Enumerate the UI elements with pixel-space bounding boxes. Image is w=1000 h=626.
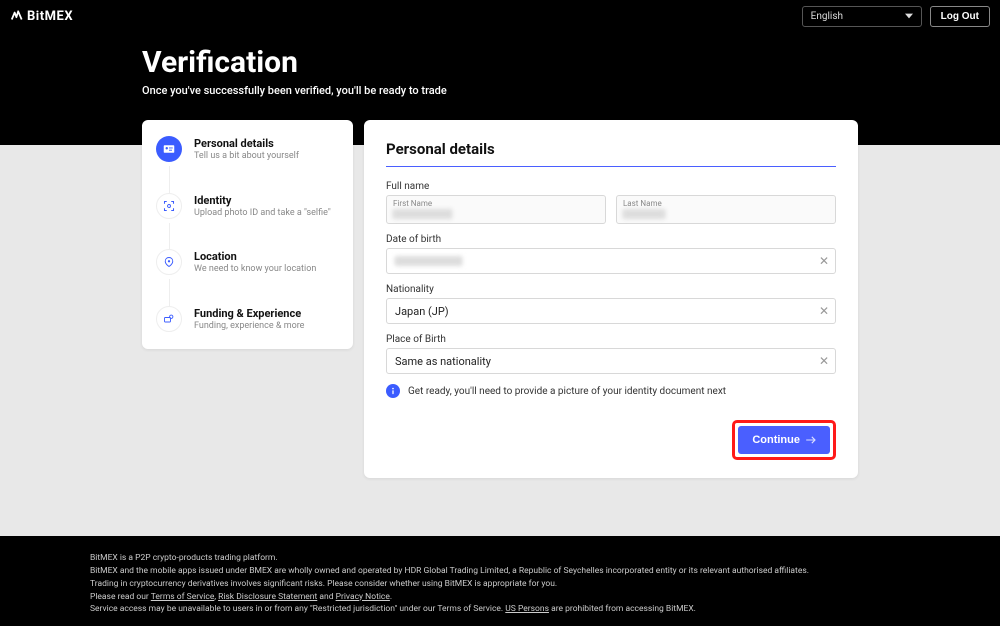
step-title: Funding & Experience: [194, 307, 304, 320]
clear-icon[interactable]: ✕: [819, 254, 829, 268]
steps-sidebar: Personal details Tell us a bit about you…: [142, 120, 353, 349]
dob-input[interactable]: ✕: [386, 248, 836, 274]
footer-l2: BitMEX and the mobile apps issued under …: [90, 565, 910, 578]
form-panel: Personal details Full name First Name La…: [364, 120, 858, 478]
funding-icon: [156, 306, 182, 332]
us-persons-link[interactable]: US Persons: [505, 604, 549, 614]
clear-icon[interactable]: ✕: [819, 304, 829, 318]
top-header: BitMEX English Log Out: [0, 0, 1000, 32]
scan-icon: [156, 193, 182, 219]
footer-l3: Trading in cryptocurrency derivatives in…: [90, 578, 910, 591]
logo-icon: [10, 9, 24, 23]
footer: BitMEX is a P2P crypto-products trading …: [0, 536, 1000, 626]
continue-label: Continue: [752, 434, 800, 446]
brand-logo[interactable]: BitMEX: [10, 9, 73, 24]
step-sub: Upload photo ID and take a "selfie": [194, 208, 331, 220]
first-name-value-redacted: [393, 209, 453, 219]
continue-button[interactable]: Continue: [738, 426, 830, 454]
nationality-label: Nationality: [386, 284, 836, 295]
footer-l5: Service access may be unavailable to use…: [90, 603, 910, 616]
footer-l1: BitMEX is a P2P crypto-products trading …: [90, 552, 910, 565]
page-subtitle: Once you've successfully been verified, …: [142, 84, 447, 97]
arrow-right-icon: [806, 436, 816, 444]
info-text: Get ready, you'll need to provide a pict…: [408, 386, 726, 397]
step-title: Location: [194, 250, 316, 263]
first-name-sublabel: First Name: [393, 199, 599, 208]
nationality-select[interactable]: Japan (JP) ✕: [386, 298, 836, 324]
last-name-sublabel: Last Name: [623, 199, 829, 208]
privacy-link[interactable]: Privacy Notice: [336, 592, 390, 602]
caret-down-icon: [905, 12, 913, 20]
page-title: Verification: [142, 45, 447, 80]
language-select[interactable]: English: [802, 6, 922, 27]
nationality-value: Japan (JP): [395, 305, 449, 318]
step-title: Personal details: [194, 137, 299, 150]
last-name-input[interactable]: Last Name: [616, 195, 836, 224]
brand-text: BitMEX: [27, 9, 73, 24]
step-identity[interactable]: Identity Upload photo ID and take a "sel…: [156, 193, 339, 220]
step-title: Identity: [194, 194, 331, 207]
step-funding[interactable]: Funding & Experience Funding, experience…: [156, 306, 339, 333]
logout-button[interactable]: Log Out: [930, 6, 990, 27]
pob-value: Same as nationality: [395, 355, 491, 368]
continue-highlight: Continue: [732, 420, 836, 460]
step-sub: Funding, experience & more: [194, 321, 304, 333]
risk-link[interactable]: Risk Disclosure Statement: [218, 592, 317, 602]
language-value: English: [811, 11, 843, 22]
clear-icon[interactable]: ✕: [819, 354, 829, 368]
fullname-label: Full name: [386, 181, 836, 192]
dob-label: Date of birth: [386, 234, 836, 245]
info-icon: [386, 384, 400, 398]
step-location[interactable]: Location We need to know your location: [156, 249, 339, 276]
last-name-value-redacted: [623, 209, 665, 219]
dob-value-redacted: [395, 256, 463, 266]
step-sub: We need to know your location: [194, 264, 316, 276]
location-pin-icon: [156, 249, 182, 275]
tos-link[interactable]: Terms of Service: [151, 592, 215, 602]
first-name-input[interactable]: First Name: [386, 195, 606, 224]
step-personal-details[interactable]: Personal details Tell us a bit about you…: [156, 136, 339, 163]
person-card-icon: [156, 136, 182, 162]
place-of-birth-select[interactable]: Same as nationality ✕: [386, 348, 836, 374]
pob-label: Place of Birth: [386, 334, 836, 345]
form-title: Personal details: [386, 140, 836, 167]
footer-l4: Please read our Terms of Service, Risk D…: [90, 591, 910, 604]
step-sub: Tell us a bit about yourself: [194, 151, 299, 163]
